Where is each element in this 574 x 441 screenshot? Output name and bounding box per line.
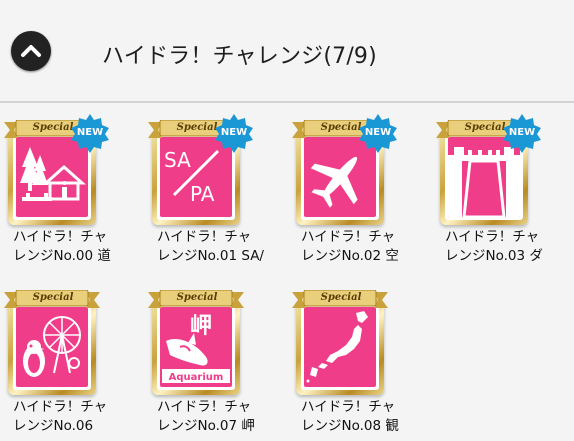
challenge-badge: Special NEW: [292, 114, 397, 231]
page-title: ハイドラ！チャレンジ(7/9): [102, 44, 377, 69]
badge-frame: 岬 Aquarium: [152, 299, 240, 395]
aquarium-orca-icon: 岬 Aquarium: [160, 307, 232, 387]
challenge-item-08[interactable]: Special ハイドラ！チャ レンジNo.08 観: [288, 281, 428, 441]
badge-frame: [296, 299, 384, 395]
challenge-item-00[interactable]: Special NEW ハイドラ！チャ レンジNo.00 道: [0, 111, 140, 271]
challenge-label: ハイドラ！チャ レンジNo.06: [13, 399, 108, 434]
app-header: ハイドラ！チャレンジ(7/9): [0, 0, 574, 100]
challenge-badge: Special: [292, 290, 390, 401]
challenge-item-02[interactable]: Special NEW ハイドラ！チャ レンジNo.02 空: [288, 111, 428, 271]
challenge-badge: SA PA Special NEW: [148, 114, 253, 231]
challenge-label: ハイドラ！チャ レンジNo.00 道: [13, 229, 111, 264]
special-label: Special: [32, 292, 74, 303]
challenge-badge: Special NEW: [4, 114, 109, 231]
svg-text:Aquarium: Aquarium: [169, 372, 224, 383]
new-label: NEW: [76, 127, 104, 138]
new-label: NEW: [364, 127, 392, 138]
svg-text:SA: SA: [164, 148, 191, 172]
challenge-item-01[interactable]: SA PA Special NEW ハイドラ！チャ レンジNo.01 SA/: [144, 111, 284, 271]
special-label: Special: [320, 292, 362, 303]
challenge-label: ハイドラ！チャ レンジNo.03 ダ: [445, 229, 543, 264]
japan-map-icon: [304, 307, 376, 387]
challenge-item-03[interactable]: Special NEW ハイドラ！チャ レンジNo.03 ダ: [432, 111, 572, 271]
challenge-grid: Special NEW ハイドラ！チャ レンジNo.00 道 SA PA Spe…: [0, 103, 574, 439]
challenge-item-07[interactable]: 岬 Aquarium Special ハイドラ！チャ レンジNo.07 岬: [144, 281, 284, 441]
svg-text:PA: PA: [190, 182, 215, 206]
special-label: Special: [176, 292, 218, 303]
challenge-item-06[interactable]: Special ハイドラ！チャ レンジNo.06: [0, 281, 140, 441]
challenge-badge: Special NEW: [436, 114, 541, 231]
challenge-badge: 岬 Aquarium Special: [148, 290, 246, 401]
new-label: NEW: [220, 127, 248, 138]
challenge-label: ハイドラ！チャ レンジNo.07 岬: [157, 399, 255, 434]
chevron-up-icon: [21, 45, 41, 57]
new-label: NEW: [508, 127, 536, 138]
challenge-label: ハイドラ！チャ レンジNo.01 SA/: [157, 229, 264, 264]
challenge-label: ハイドラ！チャ レンジNo.08 観: [301, 399, 399, 434]
challenge-label: ハイドラ！チャ レンジNo.02 空: [301, 229, 399, 264]
penguin-ferris-wheel-icon: [16, 307, 88, 387]
badge-frame: [8, 299, 96, 395]
collapse-button[interactable]: [11, 31, 51, 71]
challenge-badge: Special: [4, 290, 102, 401]
